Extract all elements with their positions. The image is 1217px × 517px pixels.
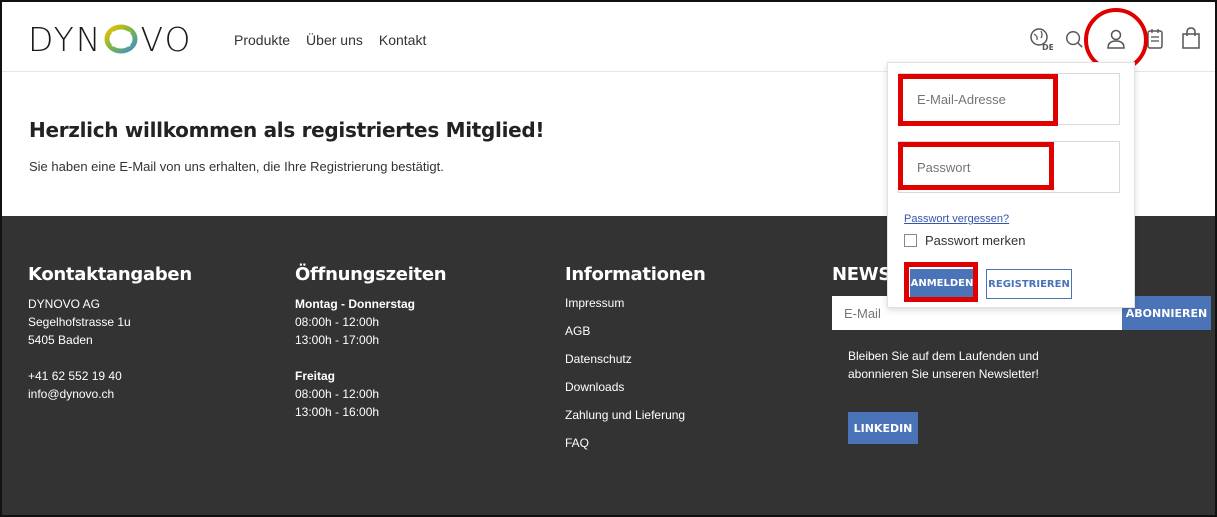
footer-hours-heading: Öffnungszeiten — [295, 264, 447, 285]
search-icon[interactable] — [1064, 28, 1084, 50]
contact-line: Segelhofstrasse 1u — [28, 315, 131, 329]
hours-block-title: Montag - Donnerstag — [295, 297, 415, 311]
language-code: DE — [1042, 43, 1053, 51]
password-field[interactable] — [898, 141, 1120, 193]
remember-label: Passwort merken — [925, 233, 1026, 248]
contact-line: DYNOVO AG — [28, 297, 101, 311]
footer-info-heading: Informationen — [565, 264, 706, 285]
linkedin-button[interactable]: LINKEDIN — [848, 412, 918, 444]
nav-item-kontakt[interactable]: Kontakt — [379, 32, 426, 48]
page-frame: DYN VO Produkte Über uns Kontakt DE Herz… — [0, 0, 1217, 517]
nav-item-ueber-uns[interactable]: Über uns — [306, 32, 363, 48]
hours-spacer — [295, 349, 446, 367]
dynovo-logo[interactable]: DYN VO — [28, 19, 193, 59]
remember-checkbox[interactable] — [904, 234, 917, 247]
footer-info: Informationen Impressum AGB Datenschutz … — [565, 264, 706, 457]
footer-link-downloads[interactable]: Downloads — [565, 373, 706, 401]
logo-text-right: VO — [140, 19, 193, 59]
footer-link-zahlung[interactable]: Zahlung und Lieferung — [565, 401, 706, 429]
hours-line: 13:00h - 17:00h — [295, 333, 380, 347]
welcome-message: Sie haben eine E-Mail von uns erhalten, … — [29, 159, 444, 174]
hours-line: 08:00h - 12:00h — [295, 387, 380, 401]
nav-item-produkte[interactable]: Produkte — [234, 32, 290, 48]
footer-contact: Kontaktangaben DYNOVO AG Segelhofstrasse… — [28, 264, 192, 403]
shopping-bag-icon[interactable] — [1180, 26, 1202, 50]
contact-phone[interactable]: +41 62 552 19 40 — [28, 367, 192, 385]
register-button[interactable]: REGISTRIEREN — [986, 269, 1072, 299]
footer-hours: Öffnungszeiten Montag - Donnerstag 08:00… — [295, 264, 447, 421]
contact-email[interactable]: info@dynovo.ch — [28, 385, 192, 403]
newsletter-text: Bleiben Sie auf dem Laufenden und abonni… — [848, 349, 1039, 381]
subscribe-button[interactable]: ABONNIEREN — [1122, 296, 1211, 330]
login-dropdown: Passwort vergessen? Passwort merken ANME… — [887, 62, 1135, 308]
contact-spacer — [28, 349, 192, 367]
main-nav: Produkte Über uns Kontakt — [234, 32, 426, 48]
hours-block-title: Freitag — [295, 369, 336, 383]
hours-line: 13:00h - 16:00h — [295, 405, 380, 419]
logo-text-left: DYN — [28, 19, 103, 59]
page-title: Herzlich willkommen als registriertes Mi… — [29, 118, 545, 142]
forgot-password-link[interactable]: Passwort vergessen? — [904, 213, 1009, 225]
logo-mark-icon — [104, 24, 138, 54]
hours-line: 08:00h - 12:00h — [295, 315, 380, 329]
login-button[interactable]: ANMELDEN — [910, 269, 974, 297]
remember-password[interactable]: Passwort merken — [904, 233, 1025, 248]
footer-link-impressum[interactable]: Impressum — [565, 289, 706, 317]
footer-contact-heading: Kontaktangaben — [28, 264, 192, 285]
contact-line: 5405 Baden — [28, 333, 93, 347]
email-field[interactable] — [898, 73, 1120, 125]
footer-link-faq[interactable]: FAQ — [565, 429, 706, 457]
language-icon[interactable]: DE — [1028, 26, 1054, 52]
footer-link-agb[interactable]: AGB — [565, 317, 706, 345]
footer-link-datenschutz[interactable]: Datenschutz — [565, 345, 706, 373]
